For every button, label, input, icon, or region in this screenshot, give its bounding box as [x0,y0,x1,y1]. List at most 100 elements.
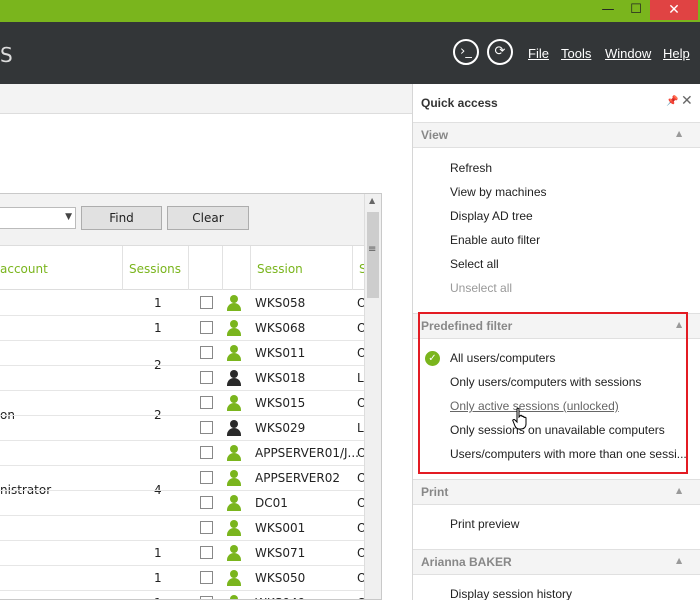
row-checkbox[interactable] [200,521,213,534]
column-divider [352,246,353,290]
collapse-icon: ▲ [676,129,683,138]
column-divider [122,246,123,290]
column-divider [188,246,189,290]
session-name: APPSERVER02 [255,471,340,485]
panel-title: Quick access [421,96,498,110]
filter-combo[interactable]: ▼ [0,207,76,229]
menu-file[interactable]: File [528,46,549,61]
row-checkbox[interactable] [200,296,213,309]
section-user-header[interactable]: Arianna BAKER ▲ [413,549,700,575]
user-icon [226,395,242,411]
menu-help[interactable]: Help [663,46,690,61]
sync-icon[interactable]: ⟳ [487,39,513,65]
table-row[interactable]: WKS029Lo [0,416,371,441]
clear-button[interactable]: Clear [167,206,249,230]
app-header: S ›_ ⟳ File Tools Window Help [0,22,700,84]
table-row[interactable]: WKS015 O [0,391,366,416]
session-name: WKS071 [255,546,306,560]
menu-tools[interactable]: Tools [561,46,591,61]
user-icon [226,495,242,511]
select-all-item[interactable]: Select all [450,257,499,271]
section-print-header[interactable]: Print ▲ [413,479,700,505]
find-button[interactable]: Find [81,206,162,230]
filter-bar: ▼ Find Clear [0,194,364,246]
user-icon [226,370,242,386]
session-name: WKS011 [255,346,306,360]
command-icon[interactable]: ›_ [453,39,479,65]
user-icon [226,470,242,486]
chevron-down-icon: ▼ [65,212,72,222]
pin-icon[interactable]: 📌 [666,96,678,107]
user-icon [226,570,242,586]
highlight-frame [418,312,688,474]
display-session-history-item[interactable]: Display session history [450,587,572,600]
table-row[interactable]: DC01 O [0,491,366,516]
col-session[interactable]: Session [257,262,303,276]
collapse-icon: ▲ [676,486,683,495]
minimize-button[interactable]: — [594,0,622,20]
table-row[interactable]: WKS049O [0,591,366,599]
content-toolbar-strip [0,84,412,114]
row-checkbox[interactable] [200,421,213,434]
user-icon [226,445,242,461]
session-name: APPSERVER01/J... [255,446,359,460]
row-checkbox[interactable] [200,571,213,584]
row-checkbox[interactable] [200,496,213,509]
column-divider [250,246,251,290]
hand-cursor-icon [512,408,527,430]
section-view-header[interactable]: View ▲ [413,122,700,148]
row-checkbox[interactable] [200,446,213,459]
user-icon [226,520,242,536]
row-checkbox[interactable] [200,321,213,334]
display-ad-tree-item[interactable]: Display AD tree [450,209,533,223]
table-row[interactable]: WKS071 O [0,541,366,566]
session-name: WKS068 [255,321,306,335]
row-checkbox[interactable] [200,546,213,559]
session-name: WKS029 [255,421,306,435]
session-name: DC01 [255,496,288,510]
view-by-machines-item[interactable]: View by machines [450,185,547,199]
user-icon [226,420,242,436]
scroll-grip-icon: ≡ [368,244,377,255]
enable-auto-filter-item[interactable]: Enable auto filter [450,233,540,247]
table-row[interactable]: WKS011 O [0,341,366,366]
table-row[interactable]: WKS050 O [0,566,366,591]
section-user-title: Arianna BAKER [421,555,512,569]
session-name: WKS058 [255,296,306,310]
table-row[interactable]: WKS068 O [0,316,366,341]
close-window-button[interactable]: ✕ [650,0,698,20]
col-sessions[interactable]: Sessions [129,262,181,276]
maximize-button[interactable]: ☐ [622,0,650,20]
scroll-up-icon[interactable]: ▲ [369,196,375,205]
row-checkbox[interactable] [200,396,213,409]
grid-scrollbar[interactable]: ▲ ≡ [364,194,381,599]
table-row[interactable]: APPSERVER02 O [0,466,366,491]
row-checkbox[interactable] [200,371,213,384]
session-name: WKS018 [255,371,306,385]
table-row[interactable]: WKS001 O [0,516,366,541]
users-grid: ▼ Find Clear account Sessions Session S … [0,193,382,600]
grid-header: account Sessions Session S [0,246,367,290]
user-icon [226,320,242,336]
table-row[interactable]: WKS018Lo [0,366,371,391]
menu-window[interactable]: Window [605,46,651,61]
section-view-title: View [421,128,449,142]
table-row[interactable]: APPSERVER01/J... O [0,441,366,466]
session-name: WKS015 [255,396,306,410]
row-checkbox[interactable] [200,346,213,359]
collapse-icon: ▲ [676,556,683,565]
app-title-fragment: S [0,43,13,67]
table-row[interactable]: WKS058 O [0,291,366,316]
close-icon[interactable]: ✕ [681,93,693,109]
row-checkbox[interactable] [200,596,213,599]
user-icon [226,345,242,361]
col-account[interactable]: account [0,262,48,276]
user-icon [226,595,242,599]
session-name: WKS049 [255,596,305,599]
user-icon [226,545,242,561]
print-preview-item[interactable]: Print preview [450,517,519,531]
scroll-thumb[interactable] [367,212,379,298]
refresh-item[interactable]: Refresh [450,161,492,175]
unselect-all-item: Unselect all [450,281,513,295]
row-checkbox[interactable] [200,471,213,484]
